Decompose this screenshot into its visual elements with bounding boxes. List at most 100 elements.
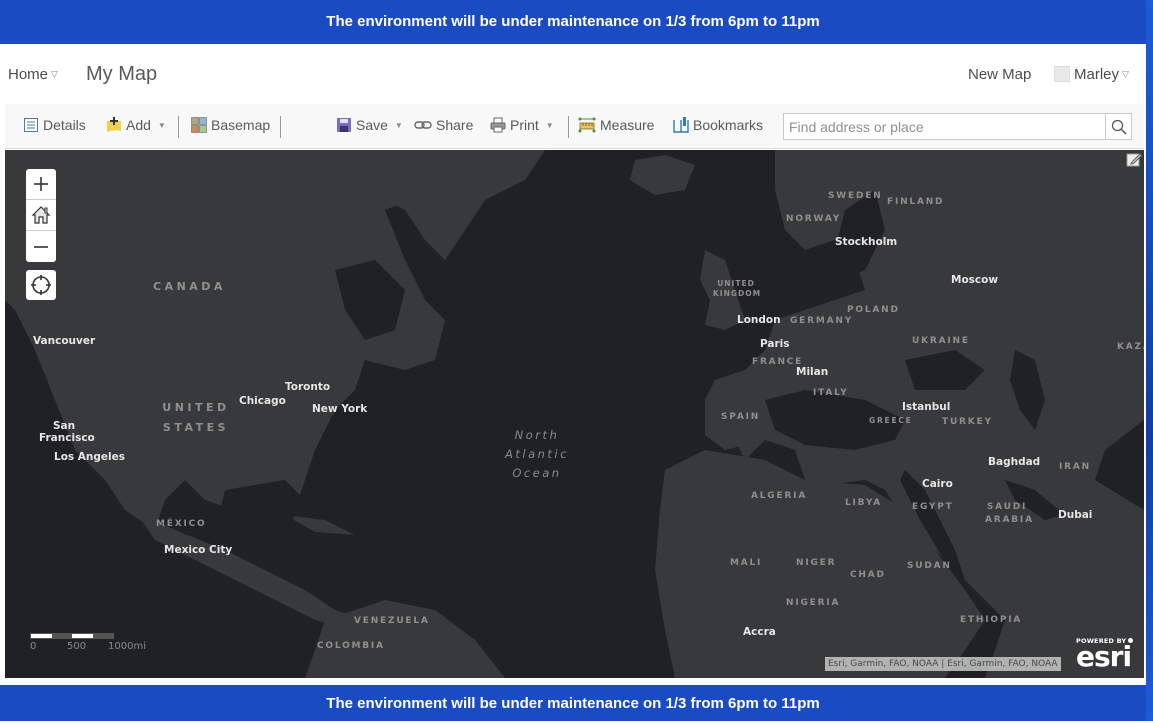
city-label: Mexico City <box>164 544 233 556</box>
country-label: IRAN <box>1059 462 1091 472</box>
zoom-in-button[interactable] <box>26 169 56 200</box>
home-menu[interactable]: Home ▽ <box>8 66 58 83</box>
measure-button[interactable]: Measure <box>578 117 654 133</box>
country-label: ETHIOPIA <box>960 615 1023 625</box>
country-label: FINLAND <box>887 197 945 207</box>
search-icon <box>1111 119 1127 135</box>
caret-down-icon: ▼ <box>394 120 403 130</box>
bookmarks-button[interactable]: Bookmarks <box>673 117 763 133</box>
city-label: Chicago <box>239 395 286 407</box>
country-label: ITALY <box>813 388 849 398</box>
country-label: COLOMBIA <box>317 641 385 651</box>
print-button[interactable]: Print ▼ <box>490 117 554 133</box>
country-label: UNITED STATES <box>162 401 230 434</box>
save-icon <box>336 117 352 133</box>
measure-ruler-icon <box>578 117 596 133</box>
plus-icon <box>34 177 48 191</box>
country-label: GERMANY <box>790 316 854 326</box>
city-label: Dubai <box>1058 509 1093 521</box>
desktop-edge <box>1146 0 1153 721</box>
ocean-label: North Atlantic Ocean <box>505 428 569 480</box>
map-attribution[interactable]: Esri, Garmin, FAO, NOAA | Esri, Garmin, … <box>825 657 1061 671</box>
country-label: MALI <box>730 558 763 568</box>
city-label: Vancouver <box>33 335 96 347</box>
scale-tick: 1000mi <box>108 641 146 652</box>
basemap-label: Basemap <box>211 117 271 133</box>
country-label: UKRAINE <box>912 336 970 346</box>
new-map-link[interactable]: New Map <box>968 66 1031 83</box>
country-label: SAUDI ARABIA <box>985 502 1034 525</box>
user-menu[interactable]: Marley ▽ <box>1074 66 1129 83</box>
measure-label: Measure <box>600 117 655 133</box>
search-button[interactable] <box>1105 114 1131 139</box>
city-label: Los Angeles <box>54 451 126 463</box>
basemap-gallery-icon <box>191 117 207 133</box>
country-label: GREECE <box>869 416 913 425</box>
scale-tick: 500 <box>67 641 87 652</box>
country-label: NORWAY <box>786 214 842 224</box>
country-label: NIGERIA <box>786 598 841 608</box>
home-label: Home <box>8 66 49 83</box>
city-label: Istanbul <box>902 401 951 413</box>
user-name: Marley <box>1074 66 1120 83</box>
basemap-button[interactable]: Basemap <box>191 117 270 133</box>
avatar[interactable] <box>1054 66 1070 82</box>
locate-button[interactable] <box>26 270 56 300</box>
country-label: CHAD <box>850 570 886 580</box>
country-label: ALGERIA <box>751 491 808 501</box>
details-label: Details <box>43 117 86 133</box>
save-button[interactable]: Save ▼ <box>336 117 403 133</box>
app-header: Home ▽ My Map New Map Marley ▽ <box>0 44 1146 104</box>
country-label: SUDAN <box>907 561 952 571</box>
maintenance-banner-top: The environment will be under maintenanc… <box>0 0 1146 44</box>
city-label: Accra <box>743 626 776 638</box>
share-button[interactable]: Share <box>414 117 473 133</box>
country-label: POLAND <box>847 305 900 315</box>
edit-pencil-icon[interactable] <box>1126 151 1143 167</box>
add-layer-icon <box>106 117 122 133</box>
details-button[interactable]: Details <box>23 117 86 133</box>
zoom-controls <box>26 169 56 262</box>
city-label: Toronto <box>285 381 331 393</box>
country-label: MÉXICO <box>156 519 207 529</box>
toolbar-divider <box>280 116 281 138</box>
search-input[interactable] <box>784 114 1104 139</box>
city-label: Cairo <box>922 478 953 490</box>
country-label: EGYPT <box>912 502 954 512</box>
land-cuba <box>285 515 355 535</box>
city-label: Moscow <box>951 274 999 286</box>
details-icon <box>23 117 39 133</box>
save-label: Save <box>356 117 388 133</box>
city-label: New York <box>312 403 368 415</box>
scale-tick: 0 <box>30 641 37 652</box>
toolbar-divider <box>568 116 569 138</box>
toolbar-divider <box>178 116 179 138</box>
city-label: Milan <box>796 366 829 378</box>
map-title: My Map <box>86 63 158 85</box>
country-label: NIGER <box>796 558 837 568</box>
map-toolbar: Details Add ▼ Basemap Save ▼ Share Print ▼ <box>5 104 1144 149</box>
locate-crosshair-icon <box>31 275 51 295</box>
map-view[interactable]: Vancouver San Francisco Los Angeles Chic… <box>5 150 1144 678</box>
bookmark-icon <box>673 117 689 133</box>
caret-down-icon: ▼ <box>545 120 554 130</box>
country-label: FRANCE <box>752 357 804 367</box>
city-label: Baghdad <box>988 456 1041 468</box>
country-label: UNITED KINGDOM <box>713 279 762 298</box>
esri-logo[interactable]: POWERED BY esri <box>1076 637 1133 671</box>
city-label: Paris <box>760 338 790 350</box>
land-iceland <box>630 155 695 195</box>
add-button[interactable]: Add ▼ <box>106 117 166 133</box>
chevron-down-icon: ▽ <box>1122 69 1129 79</box>
country-label: LIBYA <box>845 498 883 508</box>
scale-ticks: 0 500 1000mi <box>30 639 146 652</box>
country-label: CANADA <box>153 280 226 293</box>
home-icon <box>31 206 51 224</box>
home-extent-button[interactable] <box>26 200 56 231</box>
print-label: Print <box>510 117 539 133</box>
country-label: TURKEY <box>942 417 993 427</box>
zoom-out-button[interactable] <box>26 231 56 262</box>
address-search <box>783 113 1132 140</box>
country-label: VENEZUELA <box>354 616 430 626</box>
scale-bar: 0 500 1000mi <box>30 633 146 652</box>
